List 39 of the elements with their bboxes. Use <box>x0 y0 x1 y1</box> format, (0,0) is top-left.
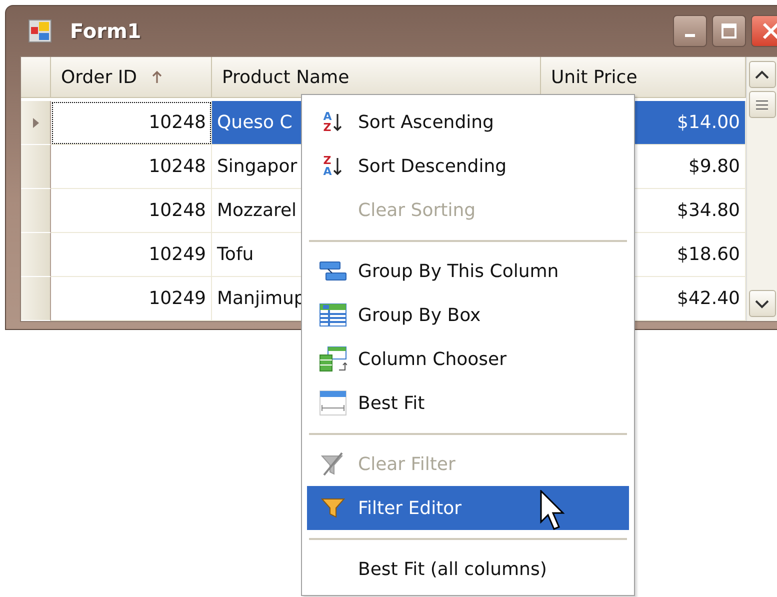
column-header[interactable]: Product Name <box>212 57 541 98</box>
column-chooser-icon <box>318 346 346 372</box>
table-icon <box>318 303 346 327</box>
group-column-icon <box>318 261 346 281</box>
current-row-icon <box>32 116 40 128</box>
scroll-bar[interactable] <box>746 57 777 321</box>
window-title: Form1 <box>70 19 142 43</box>
column-header[interactable]: Order ID <box>51 57 212 98</box>
table-cell: 10248 <box>51 145 212 189</box>
chevron-up-icon <box>755 70 769 80</box>
menu-item[interactable]: Column Chooser <box>307 337 629 381</box>
menu-item[interactable]: Best Fit <box>307 381 629 425</box>
filter-icon <box>320 497 344 519</box>
row-indicator[interactable] <box>21 145 51 189</box>
table-cell: 10248 <box>51 101 212 145</box>
scroll-down-button[interactable] <box>748 290 776 317</box>
app-icon <box>28 19 52 43</box>
minimize-icon <box>685 34 695 36</box>
row-indicator[interactable] <box>21 189 51 233</box>
clear-filter-icon <box>320 451 346 477</box>
header-corner <box>21 57 51 98</box>
maximize-icon <box>721 23 737 39</box>
table-cell: 10249 <box>51 277 212 321</box>
scroll-up-button[interactable] <box>748 61 776 88</box>
table-cell: 10249 <box>51 233 212 277</box>
row-indicator[interactable] <box>21 233 51 277</box>
close-icon <box>762 22 777 40</box>
table-cell: 10248 <box>51 189 212 233</box>
minimize-button[interactable] <box>673 15 707 47</box>
menu-item[interactable]: Best Fit (all columns) <box>307 547 629 591</box>
column-header[interactable]: Unit Price <box>541 57 746 98</box>
maximize-button[interactable] <box>712 15 746 47</box>
row-indicator[interactable] <box>21 101 51 145</box>
scroll-thumb[interactable] <box>748 91 776 118</box>
chevron-down-icon <box>755 298 769 308</box>
menu-item[interactable]: Filter Editor <box>307 486 629 530</box>
row-indicator[interactable] <box>21 277 51 321</box>
mouse-pointer-icon <box>540 490 566 532</box>
best-fit-icon <box>318 390 346 416</box>
